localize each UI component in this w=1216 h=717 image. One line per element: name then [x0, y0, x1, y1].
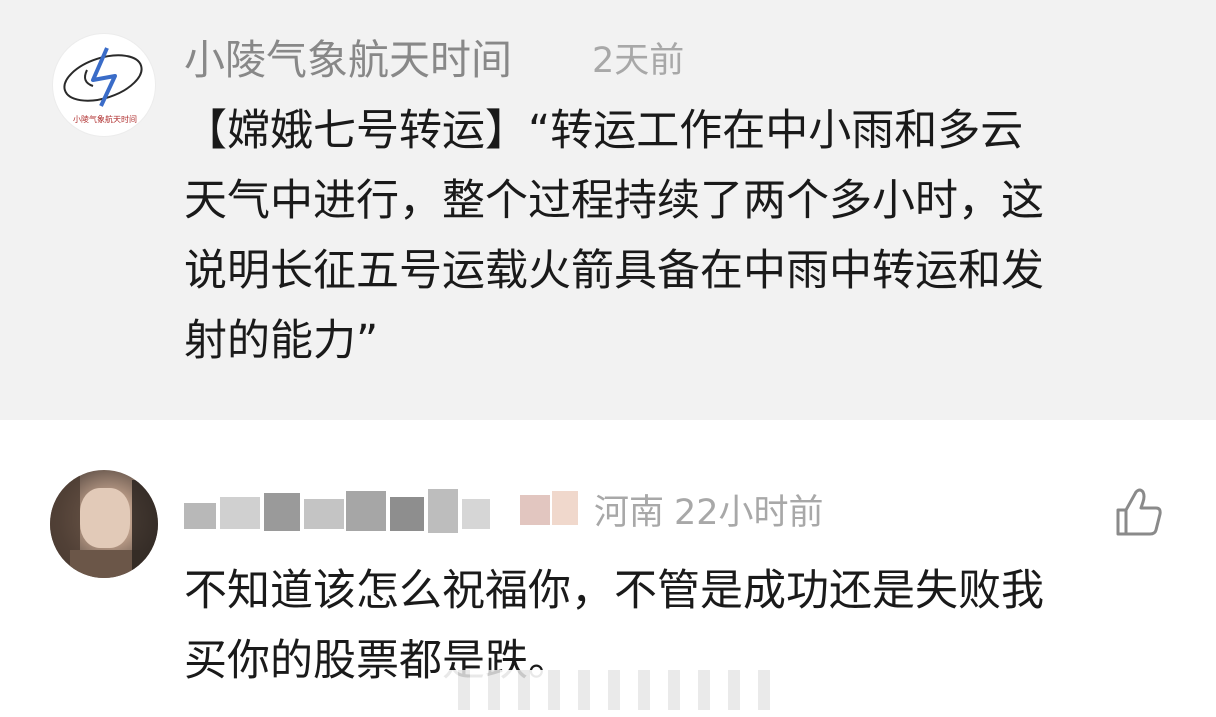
quoted-post-card[interactable]: 小陵气象航天时间 小陵气象航天时间 2天前 【嫦娥七号转运】“转运工作在中小雨和…: [0, 0, 1216, 420]
reply-location: 河南: [594, 493, 665, 533]
reply-avatar[interactable]: [50, 470, 158, 578]
author-name[interactable]: 小陵气象航天时间: [184, 32, 512, 88]
thumbs-up-icon[interactable]: [1110, 484, 1166, 540]
reply-meta: 河南 22小时前: [594, 490, 824, 536]
post-body: 【嫦娥七号转运】“转运工作在中小雨和多云 天气中进行，整个过程持续了两个多小时，…: [184, 106, 1044, 366]
reply-username-blurred[interactable]: [184, 487, 584, 537]
logo-caption: 小陵气象航天时间: [73, 114, 137, 124]
watermark-blur: [440, 670, 780, 710]
logo-icon: 小陵气象航天时间: [63, 47, 143, 124]
reply-timestamp: 22小时前: [674, 493, 824, 533]
post-timestamp: 2天前: [592, 41, 685, 81]
author-avatar[interactable]: 小陵气象航天时间: [52, 33, 156, 137]
